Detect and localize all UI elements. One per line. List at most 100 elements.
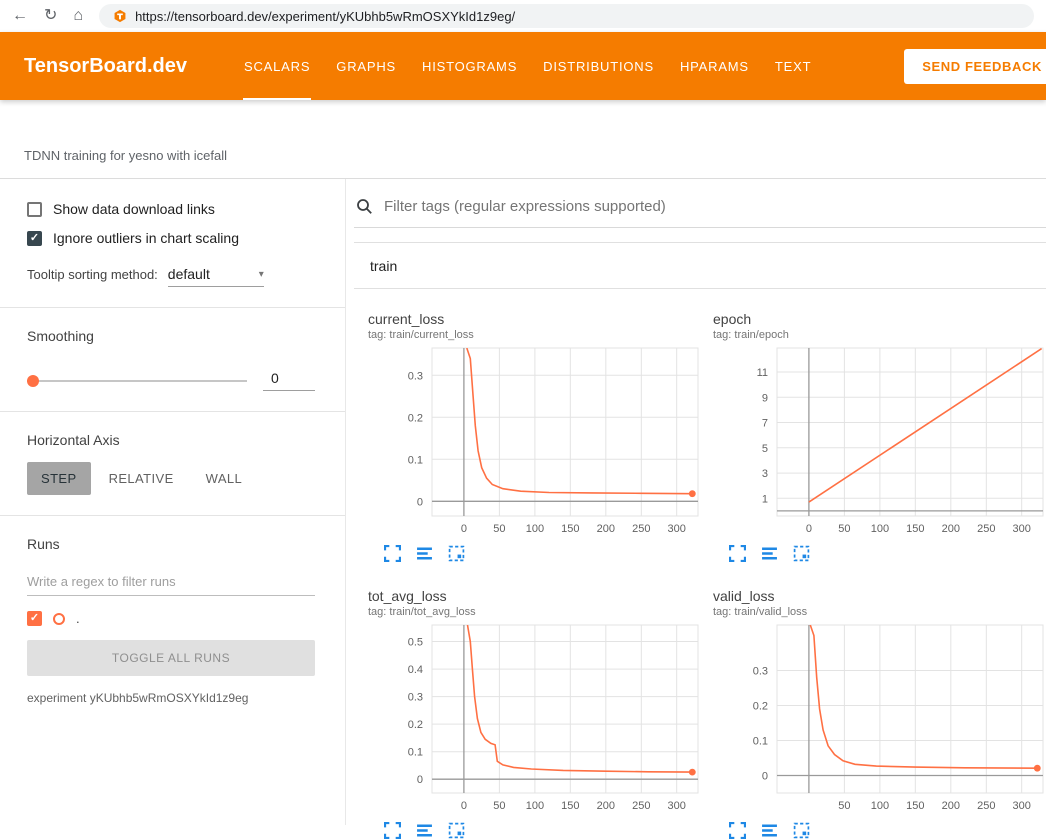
toggle-y-axis-icon[interactable] (761, 545, 778, 562)
ignore-outliers-checkbox[interactable]: ✓ (27, 231, 42, 246)
tooltip-sorting-value: default (168, 266, 210, 282)
run-color-swatch-icon (53, 613, 65, 625)
svg-text:250: 250 (632, 800, 650, 812)
app-header: TensorBoard.dev SCALARS GRAPHS HISTOGRAM… (0, 32, 1046, 100)
chart-card: epoch tag: train/epoch 13579110501001502… (713, 311, 1046, 562)
svg-text:3: 3 (762, 468, 768, 480)
tooltip-sorting-select[interactable]: default ▾ (168, 266, 264, 287)
chart-card: valid_loss tag: train/valid_loss 00.10.2… (713, 588, 1046, 839)
nav-tab-label: DISTRIBUTIONS (543, 59, 654, 74)
chart-title: tot_avg_loss (368, 588, 713, 604)
line-chart[interactable]: 00.10.20.350100150200250300 (713, 621, 1046, 817)
svg-text:0.1: 0.1 (408, 747, 423, 759)
svg-text:100: 100 (871, 800, 889, 812)
svg-text:9: 9 (762, 392, 768, 404)
tab-scalars[interactable]: SCALARS (231, 32, 323, 100)
search-icon (356, 198, 373, 215)
svg-text:250: 250 (632, 523, 650, 535)
run-row[interactable]: ✓ . (27, 611, 315, 626)
fit-domain-icon[interactable] (793, 545, 810, 562)
svg-text:0: 0 (461, 523, 467, 535)
axis-step-button[interactable]: STEP (27, 462, 91, 495)
expand-chart-icon[interactable] (384, 545, 401, 562)
slider-thumb[interactable] (27, 375, 39, 387)
svg-text:0: 0 (461, 800, 467, 812)
filter-tags-input[interactable] (382, 197, 1046, 216)
reload-icon[interactable]: ↻ (44, 8, 57, 24)
toggle-y-axis-icon[interactable] (416, 545, 433, 562)
runs-label: Runs (27, 536, 315, 552)
smoothing-label: Smoothing (27, 328, 315, 344)
line-chart[interactable]: 00.10.20.30.40.5050100150200250300 (368, 621, 704, 817)
smoothing-value: 0 (263, 370, 315, 391)
svg-text:150: 150 (906, 523, 924, 535)
chart-card: tot_avg_loss tag: train/tot_avg_loss 00.… (368, 588, 713, 839)
svg-text:100: 100 (526, 523, 544, 535)
show-download-links-checkbox[interactable]: ✓ (27, 202, 42, 217)
tooltip-sorting-label: Tooltip sorting method: (27, 267, 158, 282)
svg-text:150: 150 (561, 800, 579, 812)
browser-toolbar: ← ↻ ⌂ https://tensorboard.dev/experiment… (0, 0, 1046, 32)
tab-hparams[interactable]: HPARAMS (667, 32, 762, 100)
chart-title: epoch (713, 311, 1046, 327)
svg-text:250: 250 (977, 800, 995, 812)
svg-text:300: 300 (1013, 800, 1031, 812)
chart-card: current_loss tag: train/current_loss 00.… (368, 311, 713, 562)
show-download-links-row[interactable]: ✓ Show data download links (27, 201, 315, 217)
svg-text:300: 300 (668, 523, 686, 535)
svg-text:200: 200 (597, 523, 615, 535)
tab-text[interactable]: TEXT (762, 32, 824, 100)
fit-domain-icon[interactable] (448, 545, 465, 562)
svg-text:0.5: 0.5 (408, 637, 423, 649)
line-chart[interactable]: 00.10.20.3050100150200250300 (368, 344, 704, 540)
tag-group-header[interactable]: train (354, 243, 1046, 289)
chart-toolbar (713, 545, 1046, 562)
svg-text:50: 50 (493, 800, 505, 812)
svg-text:100: 100 (871, 523, 889, 535)
home-icon[interactable]: ⌂ (73, 8, 83, 24)
svg-text:0.3: 0.3 (408, 370, 423, 382)
svg-text:50: 50 (838, 523, 850, 535)
nav-tab-label: TEXT (775, 59, 811, 74)
chart-tag: tag: train/epoch (713, 329, 1046, 341)
svg-text:0.3: 0.3 (408, 692, 423, 704)
smoothing-slider[interactable] (27, 374, 247, 388)
runs-filter-input[interactable] (27, 568, 315, 596)
svg-text:0: 0 (417, 774, 423, 786)
expand-chart-icon[interactable] (729, 545, 746, 562)
sidebar-divider (0, 307, 345, 308)
run-checkbox[interactable]: ✓ (27, 611, 42, 626)
tab-distributions[interactable]: DISTRIBUTIONS (530, 32, 667, 100)
horizontal-axis-label: Horizontal Axis (27, 432, 315, 448)
svg-text:5: 5 (762, 443, 768, 455)
nav-tab-label: HISTOGRAMS (422, 59, 517, 74)
toggle-all-runs-button[interactable]: TOGGLE ALL RUNS (27, 640, 315, 676)
main-nav: SCALARS GRAPHS HISTOGRAMS DISTRIBUTIONS … (231, 32, 824, 100)
svg-text:0.4: 0.4 (408, 664, 423, 676)
nav-tab-label: SCALARS (244, 59, 310, 74)
nav-tab-label: HPARAMS (680, 59, 749, 74)
filter-tags-row (354, 197, 1046, 228)
svg-text:0: 0 (762, 771, 768, 783)
axis-wall-button[interactable]: WALL (192, 462, 257, 495)
run-name: . (76, 611, 80, 626)
chart-title: valid_loss (713, 588, 1046, 604)
line-chart[interactable]: 1357911050100150200250300 (713, 344, 1046, 540)
svg-text:0.2: 0.2 (408, 719, 423, 731)
axis-relative-button[interactable]: RELATIVE (95, 462, 188, 495)
svg-text:1: 1 (762, 493, 768, 505)
tag-group-card: train current_loss tag: train/current_lo… (354, 242, 1046, 839)
experiment-title-row: TDNN training for yesno with icefall (0, 100, 1046, 179)
back-icon[interactable]: ← (12, 8, 28, 24)
svg-text:0.3: 0.3 (753, 666, 768, 678)
tab-histograms[interactable]: HISTOGRAMS (409, 32, 530, 100)
svg-text:300: 300 (1013, 523, 1031, 535)
sidebar-divider (0, 515, 345, 516)
tab-graphs[interactable]: GRAPHS (323, 32, 409, 100)
address-bar[interactable]: https://tensorboard.dev/experiment/yKUbh… (99, 4, 1034, 28)
send-feedback-button[interactable]: SEND FEEDBACK (904, 49, 1046, 84)
svg-text:300: 300 (668, 800, 686, 812)
chart-tag: tag: train/valid_loss (713, 606, 1046, 618)
chevron-down-icon: ▾ (259, 269, 264, 280)
ignore-outliers-row[interactable]: ✓ Ignore outliers in chart scaling (27, 230, 315, 246)
